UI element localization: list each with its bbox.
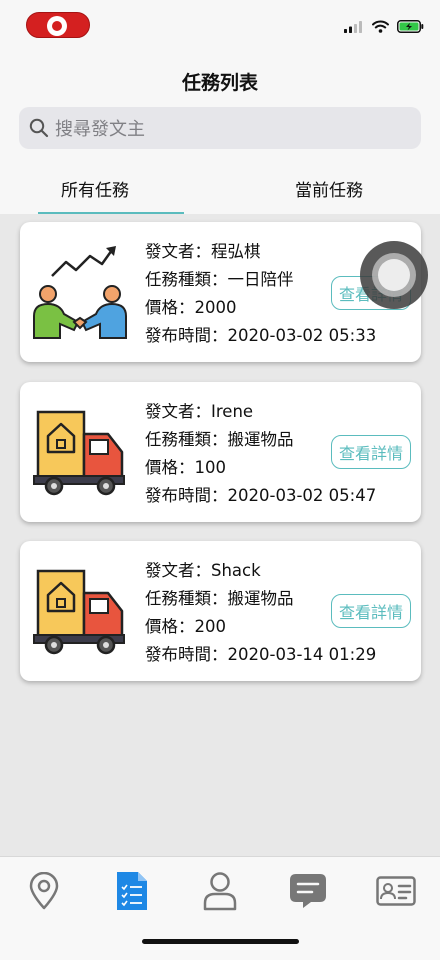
task-poster: 發文者：Shack — [145, 561, 261, 580]
view-details-button[interactable]: 查看詳情 — [331, 594, 411, 628]
task-time: 發布時間：2020-03-02 05:47 — [145, 486, 377, 505]
map-pin-icon — [29, 872, 59, 910]
bottom-nav — [0, 856, 440, 960]
nav-chat[interactable] — [288, 871, 328, 911]
nav-id-card[interactable] — [376, 871, 416, 911]
battery-charging-icon — [397, 20, 424, 33]
tab-all-tasks[interactable]: 所有任務 — [22, 176, 168, 201]
nav-tasks[interactable] — [112, 871, 152, 911]
search-input[interactable]: 搜尋發文主 — [19, 107, 421, 149]
screen-recording-indicator[interactable] — [26, 12, 90, 38]
task-poster: 發文者：Irene — [145, 402, 254, 421]
page-header: 任務列表 搜尋發文主 所有任務 當前任務 — [0, 50, 440, 214]
task-card[interactable]: 發文者：Shack 任務種類：搬運物品 價格：200 發布時間：2020-03-… — [20, 541, 421, 681]
task-time: 發布時間：2020-03-02 05:33 — [145, 326, 377, 345]
status-bar — [0, 0, 440, 50]
task-poster: 發文者：程弘棋 — [145, 242, 261, 261]
view-details-button[interactable]: 查看詳情 — [331, 435, 411, 469]
task-time: 發布時間：2020-03-14 01:29 — [145, 645, 377, 664]
search-icon — [29, 118, 49, 138]
task-card[interactable]: 發文者：程弘棋 任務種類：一日陪伴 價格：2000 發布時間：2020-03-0… — [20, 222, 421, 362]
moving-truck-icon — [33, 410, 125, 496]
search-placeholder: 搜尋發文主 — [55, 119, 145, 140]
handshake-growth-icon — [33, 246, 127, 339]
status-icons — [344, 20, 424, 33]
profile-icon — [203, 872, 237, 911]
chat-icon — [290, 874, 326, 908]
cellular-signal-icon — [344, 21, 362, 33]
record-icon — [47, 16, 67, 36]
nav-map[interactable] — [24, 871, 64, 911]
nav-profile[interactable] — [200, 871, 240, 911]
active-tab-indicator — [38, 212, 184, 214]
wifi-icon — [372, 20, 389, 33]
assistive-touch-button[interactable] — [360, 241, 428, 309]
task-list-icon — [117, 872, 147, 910]
page-title: 任務列表 — [181, 72, 258, 94]
id-card-icon — [376, 876, 416, 906]
moving-truck-icon — [33, 569, 125, 655]
tab-current-tasks[interactable]: 當前任務 — [256, 176, 402, 201]
home-indicator[interactable] — [142, 939, 299, 944]
task-card[interactable]: 發文者：Irene 任務種類：搬運物品 價格：100 發布時間：2020-03-… — [20, 382, 421, 522]
